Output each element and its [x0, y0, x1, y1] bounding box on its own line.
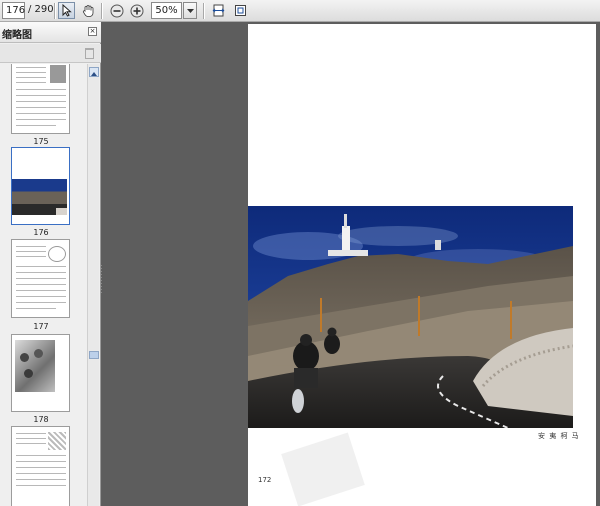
page-number-input[interactable]: 176 — [2, 2, 25, 19]
page-number: 172 — [258, 476, 272, 484]
thumbnail-label: 175 — [33, 137, 49, 146]
arrow-cursor-icon — [62, 4, 72, 17]
toolbar-separator — [54, 3, 55, 19]
page-total-label: / 290 — [28, 4, 54, 15]
watermark — [281, 432, 365, 506]
thumbnail-page-177[interactable] — [11, 239, 70, 318]
zoom-out-button[interactable] — [108, 2, 125, 19]
thumbnail-list: 175 176 177 178 — [0, 64, 86, 506]
zoom-in-button[interactable] — [128, 2, 145, 19]
document-page: 安 夷 柯 马 172 — [248, 24, 596, 506]
thumbnail-label: 176 — [33, 228, 49, 237]
toolbar: 176 / 290 50% — [0, 0, 600, 22]
thumbnail-page-175[interactable] — [11, 64, 70, 134]
panel-close-icon[interactable]: × — [88, 27, 97, 36]
fit-width-icon — [212, 4, 225, 17]
mountain-road-photo — [248, 206, 573, 428]
hand-icon — [82, 5, 94, 17]
toolbar-separator — [101, 3, 102, 19]
panel-toolbar — [0, 44, 101, 63]
zoom-dropdown-button[interactable] — [183, 2, 197, 19]
trash-icon[interactable] — [85, 48, 94, 59]
photo-caption: 安 夷 柯 马 — [538, 432, 580, 440]
select-tool-button[interactable] — [58, 2, 75, 19]
hand-tool-button[interactable] — [80, 2, 97, 19]
thumbnail-panel: 缩略图 × 175 176 177 178 — [0, 22, 101, 506]
thumbnail-scrollbar[interactable] — [87, 64, 99, 506]
fit-width-button[interactable] — [210, 2, 227, 19]
fit-page-button[interactable] — [232, 2, 249, 19]
thumbnail-page-178[interactable] — [11, 334, 70, 412]
toolbar-separator — [203, 3, 204, 19]
thumbnail-page-179[interactable] — [11, 426, 70, 506]
zoom-level-input[interactable]: 50% — [151, 2, 182, 19]
panel-title: 缩略图 — [2, 30, 32, 41]
thumbnail-label: 177 — [33, 322, 49, 331]
scrollbar-thumb[interactable] — [89, 351, 99, 359]
scroll-up-icon[interactable] — [89, 67, 99, 77]
chevron-down-icon — [186, 8, 194, 13]
minus-circle-icon — [110, 4, 123, 17]
fit-page-icon — [235, 5, 246, 16]
plus-circle-icon — [130, 4, 143, 17]
document-viewport[interactable]: 安 夷 柯 马 172 — [102, 22, 600, 506]
thumbnail-page-176[interactable] — [11, 147, 70, 225]
thumbnail-label: 178 — [33, 415, 49, 424]
panel-header: 缩略图 × — [0, 22, 101, 43]
